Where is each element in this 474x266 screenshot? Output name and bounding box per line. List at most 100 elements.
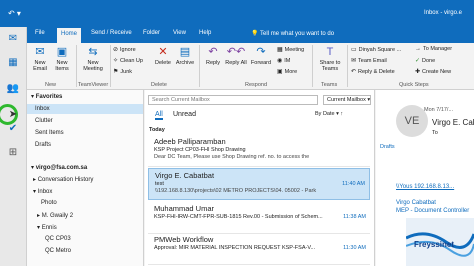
group-header-today: Today (149, 127, 165, 133)
message-item[interactable]: Muhammad Umar KSP-FHI-IRW-CMT-FPR-SUB-18… (148, 202, 370, 234)
group-delete: Delete (151, 82, 167, 88)
folder-inbox-tree[interactable]: ▾ Inbox (33, 188, 52, 195)
window-title: Inbox - virgo.e (423, 10, 462, 16)
message-date: Mon 7/17/... (424, 107, 454, 113)
ignore-icon: ⊘ (113, 47, 119, 53)
archive-icon: ▤ (179, 46, 191, 58)
teamviewer-icon: ⇆ (88, 46, 98, 58)
sender-name: Virgo E. Cabatbat (432, 118, 474, 127)
tab-folder[interactable]: Folder (143, 30, 160, 36)
more-icon: ▣ (277, 69, 283, 75)
separator (76, 45, 77, 87)
folder-sent-items[interactable]: Sent Items (35, 130, 64, 136)
apps-icon[interactable]: ⊞ (6, 147, 20, 159)
reply-all-icon: ↶↶ (226, 46, 246, 58)
tab-all[interactable]: All (155, 111, 163, 120)
reading-pane: Mon 7/17/... VE Virgo E. Cabatbat To Dra… (376, 90, 474, 266)
junk-button[interactable]: ⚑ Junk (113, 68, 132, 75)
new-items-icon: ▣ (56, 46, 68, 58)
message-item[interactable]: PMWeb Workflow Approval: MIR MATERIAL IN… (148, 233, 370, 265)
tab-file[interactable]: File (35, 30, 45, 36)
new-email-button[interactable]: ✉ New Email (29, 46, 51, 72)
delete-icon: ✕ (158, 46, 168, 58)
brand-name: Freyssinet (414, 240, 455, 249)
message-item[interactable]: Adeeb Palliparamban KSP Project CP03-FHI… (148, 135, 370, 167)
quick-step-team-email[interactable]: ✉ Team Email (351, 57, 387, 64)
to-label: To (432, 130, 438, 136)
quick-step-create-new[interactable]: ✚ Create New (415, 68, 451, 75)
chevron-down-icon: ▾ (367, 97, 371, 103)
reply-all-button[interactable]: ↶↶ Reply All (225, 46, 247, 66)
folder-photo[interactable]: Photo (41, 200, 57, 206)
tab-view[interactable]: View (173, 30, 186, 36)
tab-home[interactable]: Home (57, 28, 82, 43)
tab-help[interactable]: Help (199, 30, 211, 36)
calendar-icon[interactable]: ▦ (6, 57, 20, 69)
junk-icon: ⚑ (113, 69, 119, 75)
body-link[interactable]: \\Yous 192.168.8.13... (396, 184, 454, 190)
new-items-button[interactable]: ▣ New Items (51, 46, 73, 72)
group-quick-steps: Quick Steps (399, 82, 429, 88)
mail-icon[interactable]: ✉ (6, 33, 20, 45)
sort-by-date[interactable]: By Date ▾ ↑ (315, 111, 343, 117)
forward-button[interactable]: ↷ Forward (249, 46, 273, 66)
reply-delete-icon: ↶ (351, 69, 357, 75)
signature-name: Virgo Cabatbat (396, 200, 436, 206)
quick-step-to-manager[interactable]: → To Manager (415, 46, 452, 52)
people-icon[interactable]: 👥 (6, 83, 20, 95)
account-header[interactable]: ▾ virgo@fsa.com.sa (31, 164, 87, 171)
message-preview: Dear DC Team, Please use Shop Drawing re… (154, 154, 310, 160)
more-button[interactable]: ▣ More (277, 68, 297, 75)
clean-up-button[interactable]: ✧ Clean Up (113, 57, 143, 64)
folder-drafts[interactable]: Drafts (35, 142, 51, 148)
message-item-selected[interactable]: Virgo E. Cabatbat test \\192.168.8.130\p… (148, 168, 370, 200)
reply-icon: ↶ (208, 46, 218, 58)
group-teams: Teams (321, 82, 338, 88)
search-input[interactable]: Search Current Mailbox (148, 95, 318, 105)
message-list: Search Current Mailbox Current Mailbox ▾… (145, 90, 375, 266)
message-subject: Approval: MIR MATERIAL INSPECTION REQUES… (154, 245, 316, 251)
folder-conversation-history[interactable]: ▸ Conversation History (33, 176, 93, 183)
ignore-button[interactable]: ⊘ Ignore (113, 46, 136, 53)
teams-icon: T (326, 46, 334, 58)
folder-qc-metro[interactable]: QC Metro (45, 248, 71, 254)
folder-ennis[interactable]: ▾ Ennis (37, 224, 57, 231)
quick-step-reply-delete[interactable]: ↶ Reply & Delete (351, 68, 395, 75)
separator (110, 45, 111, 87)
folder-inbox[interactable]: Inbox (27, 104, 143, 114)
quick-step-done[interactable]: ✓ Done (415, 57, 435, 64)
message-subject: KSP Project CP03-FHI Shop Drawing (154, 147, 246, 153)
tasks-icon[interactable]: ✔ (6, 123, 20, 135)
forward-icon: ↷ (256, 46, 266, 58)
tab-send-receive[interactable]: Send / Receive (91, 30, 132, 36)
avatar: VE (396, 105, 428, 137)
reply-button[interactable]: ↶ Reply (203, 46, 223, 66)
cursor-icon: ➤ (8, 109, 18, 120)
delete-button[interactable]: ✕ Delete (153, 46, 173, 66)
folder-qc-cp03[interactable]: QC CP03 (45, 236, 71, 242)
quick-step-dinyah[interactable]: ▭ Dinyah Square ... (351, 46, 401, 53)
im-button[interactable]: ◉ IM (277, 57, 290, 64)
folder-clutter[interactable]: Clutter (35, 118, 53, 124)
new-meeting-button[interactable]: ⇆ New Meeting (78, 46, 108, 72)
im-icon: ◉ (277, 58, 283, 64)
tell-me-search[interactable]: 💡 Tell me what you want to do (251, 30, 334, 37)
favorites-header[interactable]: ▾ Favorites (31, 93, 62, 100)
archive-button[interactable]: ▤ Archive (173, 46, 197, 66)
tab-unread[interactable]: Unread (173, 111, 196, 118)
separator (312, 45, 313, 87)
share-to-teams-button[interactable]: T Share to Teams (315, 46, 345, 72)
meeting-button[interactable]: ▦ Meeting (277, 46, 304, 53)
group-new: New (45, 82, 57, 88)
separator (199, 45, 200, 87)
undo-icon[interactable]: ↶ ▾ (8, 9, 21, 18)
message-time: 11:38 AM (343, 214, 366, 220)
to-manager-icon: → (415, 46, 421, 52)
folder-m-gwaily[interactable]: ▸ M. Gwaily 2 (37, 212, 73, 219)
signature-title: MEP - Document Controller (396, 208, 470, 214)
search-scope-dropdown[interactable]: Current Mailbox ▾ (323, 95, 371, 105)
check-icon: ✓ (415, 58, 421, 64)
message-subject: KSP-FHI-IRW-CMT-FPR-SUB-1815 Rev.00 - Su… (154, 214, 323, 220)
group-teamviewer: TeamViewer (78, 82, 109, 88)
message-sender: Virgo E. Cabatbat (155, 171, 215, 180)
